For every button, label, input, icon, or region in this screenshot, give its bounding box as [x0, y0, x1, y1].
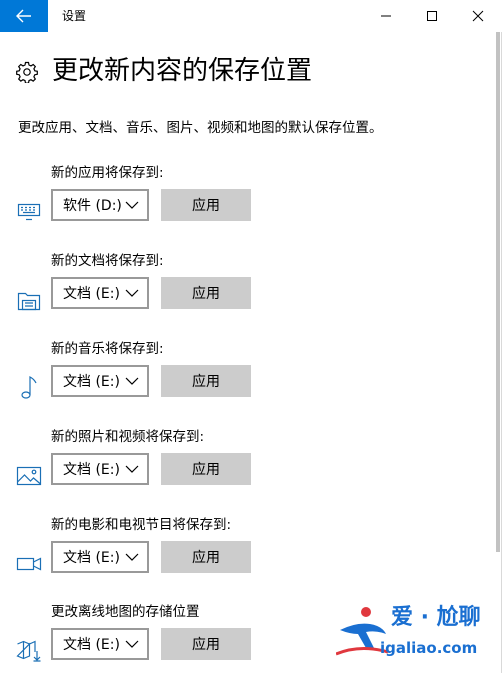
- watermark-logo: 爱 · 尬聊 igaliao.com: [336, 600, 498, 668]
- video-camera-icon: [16, 551, 42, 577]
- apply-button[interactable]: 应用: [161, 277, 251, 309]
- apply-button[interactable]: 应用: [161, 189, 251, 221]
- music-note-icon: [16, 375, 42, 401]
- picture-icon: [16, 463, 42, 489]
- drive-dropdown[interactable]: 软件 (D:): [51, 189, 149, 221]
- drive-dropdown-value: 文档 (E:): [63, 462, 120, 478]
- section-photos: 新的照片和视频将保存到: 文档 (E:) 应用: [0, 427, 495, 507]
- section-label: 更改离线地图的存储位置: [51, 604, 200, 620]
- section-music: 新的音乐将保存到: 文档 (E:) 应用: [0, 339, 495, 419]
- back-button[interactable]: [0, 0, 48, 32]
- drive-dropdown[interactable]: 文档 (E:): [51, 541, 149, 573]
- watermark-url: igaliao.com: [380, 639, 478, 657]
- document-folder-icon: [16, 287, 42, 313]
- title-bar: 设置: [0, 0, 502, 32]
- apply-button[interactable]: 应用: [161, 365, 251, 397]
- page-description: 更改应用、文档、音乐、图片、视频和地图的默认保存位置。: [18, 120, 383, 136]
- section-label: 新的应用将保存到:: [51, 165, 164, 181]
- monitor-icon: [16, 199, 42, 225]
- window-title: 设置: [62, 9, 87, 23]
- page-header: [16, 52, 38, 92]
- chevron-down-icon: [125, 465, 139, 473]
- drive-dropdown[interactable]: 文档 (E:): [51, 628, 149, 660]
- minimize-button[interactable]: [363, 0, 409, 32]
- apply-button[interactable]: 应用: [161, 453, 251, 485]
- chevron-down-icon: [125, 289, 139, 297]
- apply-button[interactable]: 应用: [161, 541, 251, 573]
- drive-dropdown[interactable]: 文档 (E:): [51, 277, 149, 309]
- section-label: 新的文档将保存到:: [51, 253, 164, 269]
- section-apps: 新的应用将保存到: 软件 (D:) 应用: [0, 163, 495, 243]
- drive-dropdown-value: 文档 (E:): [63, 550, 120, 566]
- drive-dropdown-value: 文档 (E:): [63, 637, 120, 653]
- chevron-down-icon: [125, 640, 139, 648]
- minimize-icon: [381, 15, 391, 17]
- settings-window: 设置 更改新内容的保存位置 更改应用、文档、音乐、图片、视频和地图的默认保存位置…: [0, 0, 502, 673]
- chevron-down-icon: [125, 377, 139, 385]
- drive-dropdown[interactable]: 文档 (E:): [51, 365, 149, 397]
- scrollbar[interactable]: [496, 32, 500, 552]
- section-label: 新的电影和电视节目将保存到:: [51, 517, 232, 533]
- maximize-icon: [427, 11, 437, 21]
- close-button[interactable]: [455, 0, 501, 32]
- watermark-title: 爱 · 尬聊: [391, 605, 481, 630]
- section-label: 新的音乐将保存到:: [51, 341, 164, 357]
- section-label: 新的照片和视频将保存到:: [51, 429, 205, 445]
- drive-dropdown-value: 文档 (E:): [63, 286, 120, 302]
- maximize-button[interactable]: [409, 0, 455, 32]
- chevron-down-icon: [125, 553, 139, 561]
- gear-icon: [16, 61, 38, 83]
- drive-dropdown-value: 文档 (E:): [63, 374, 120, 390]
- apply-button[interactable]: 应用: [161, 628, 251, 660]
- drive-dropdown[interactable]: 文档 (E:): [51, 453, 149, 485]
- map-download-icon: [16, 638, 42, 664]
- section-documents: 新的文档将保存到: 文档 (E:) 应用: [0, 251, 495, 331]
- arrow-left-icon: [16, 9, 31, 23]
- section-movies: 新的电影和电视节目将保存到: 文档 (E:) 应用: [0, 515, 495, 595]
- close-icon: [472, 10, 484, 22]
- page-title: 更改新内容的保存位置: [52, 56, 313, 86]
- drive-dropdown-value: 软件 (D:): [63, 198, 122, 214]
- chevron-down-icon: [125, 201, 139, 209]
